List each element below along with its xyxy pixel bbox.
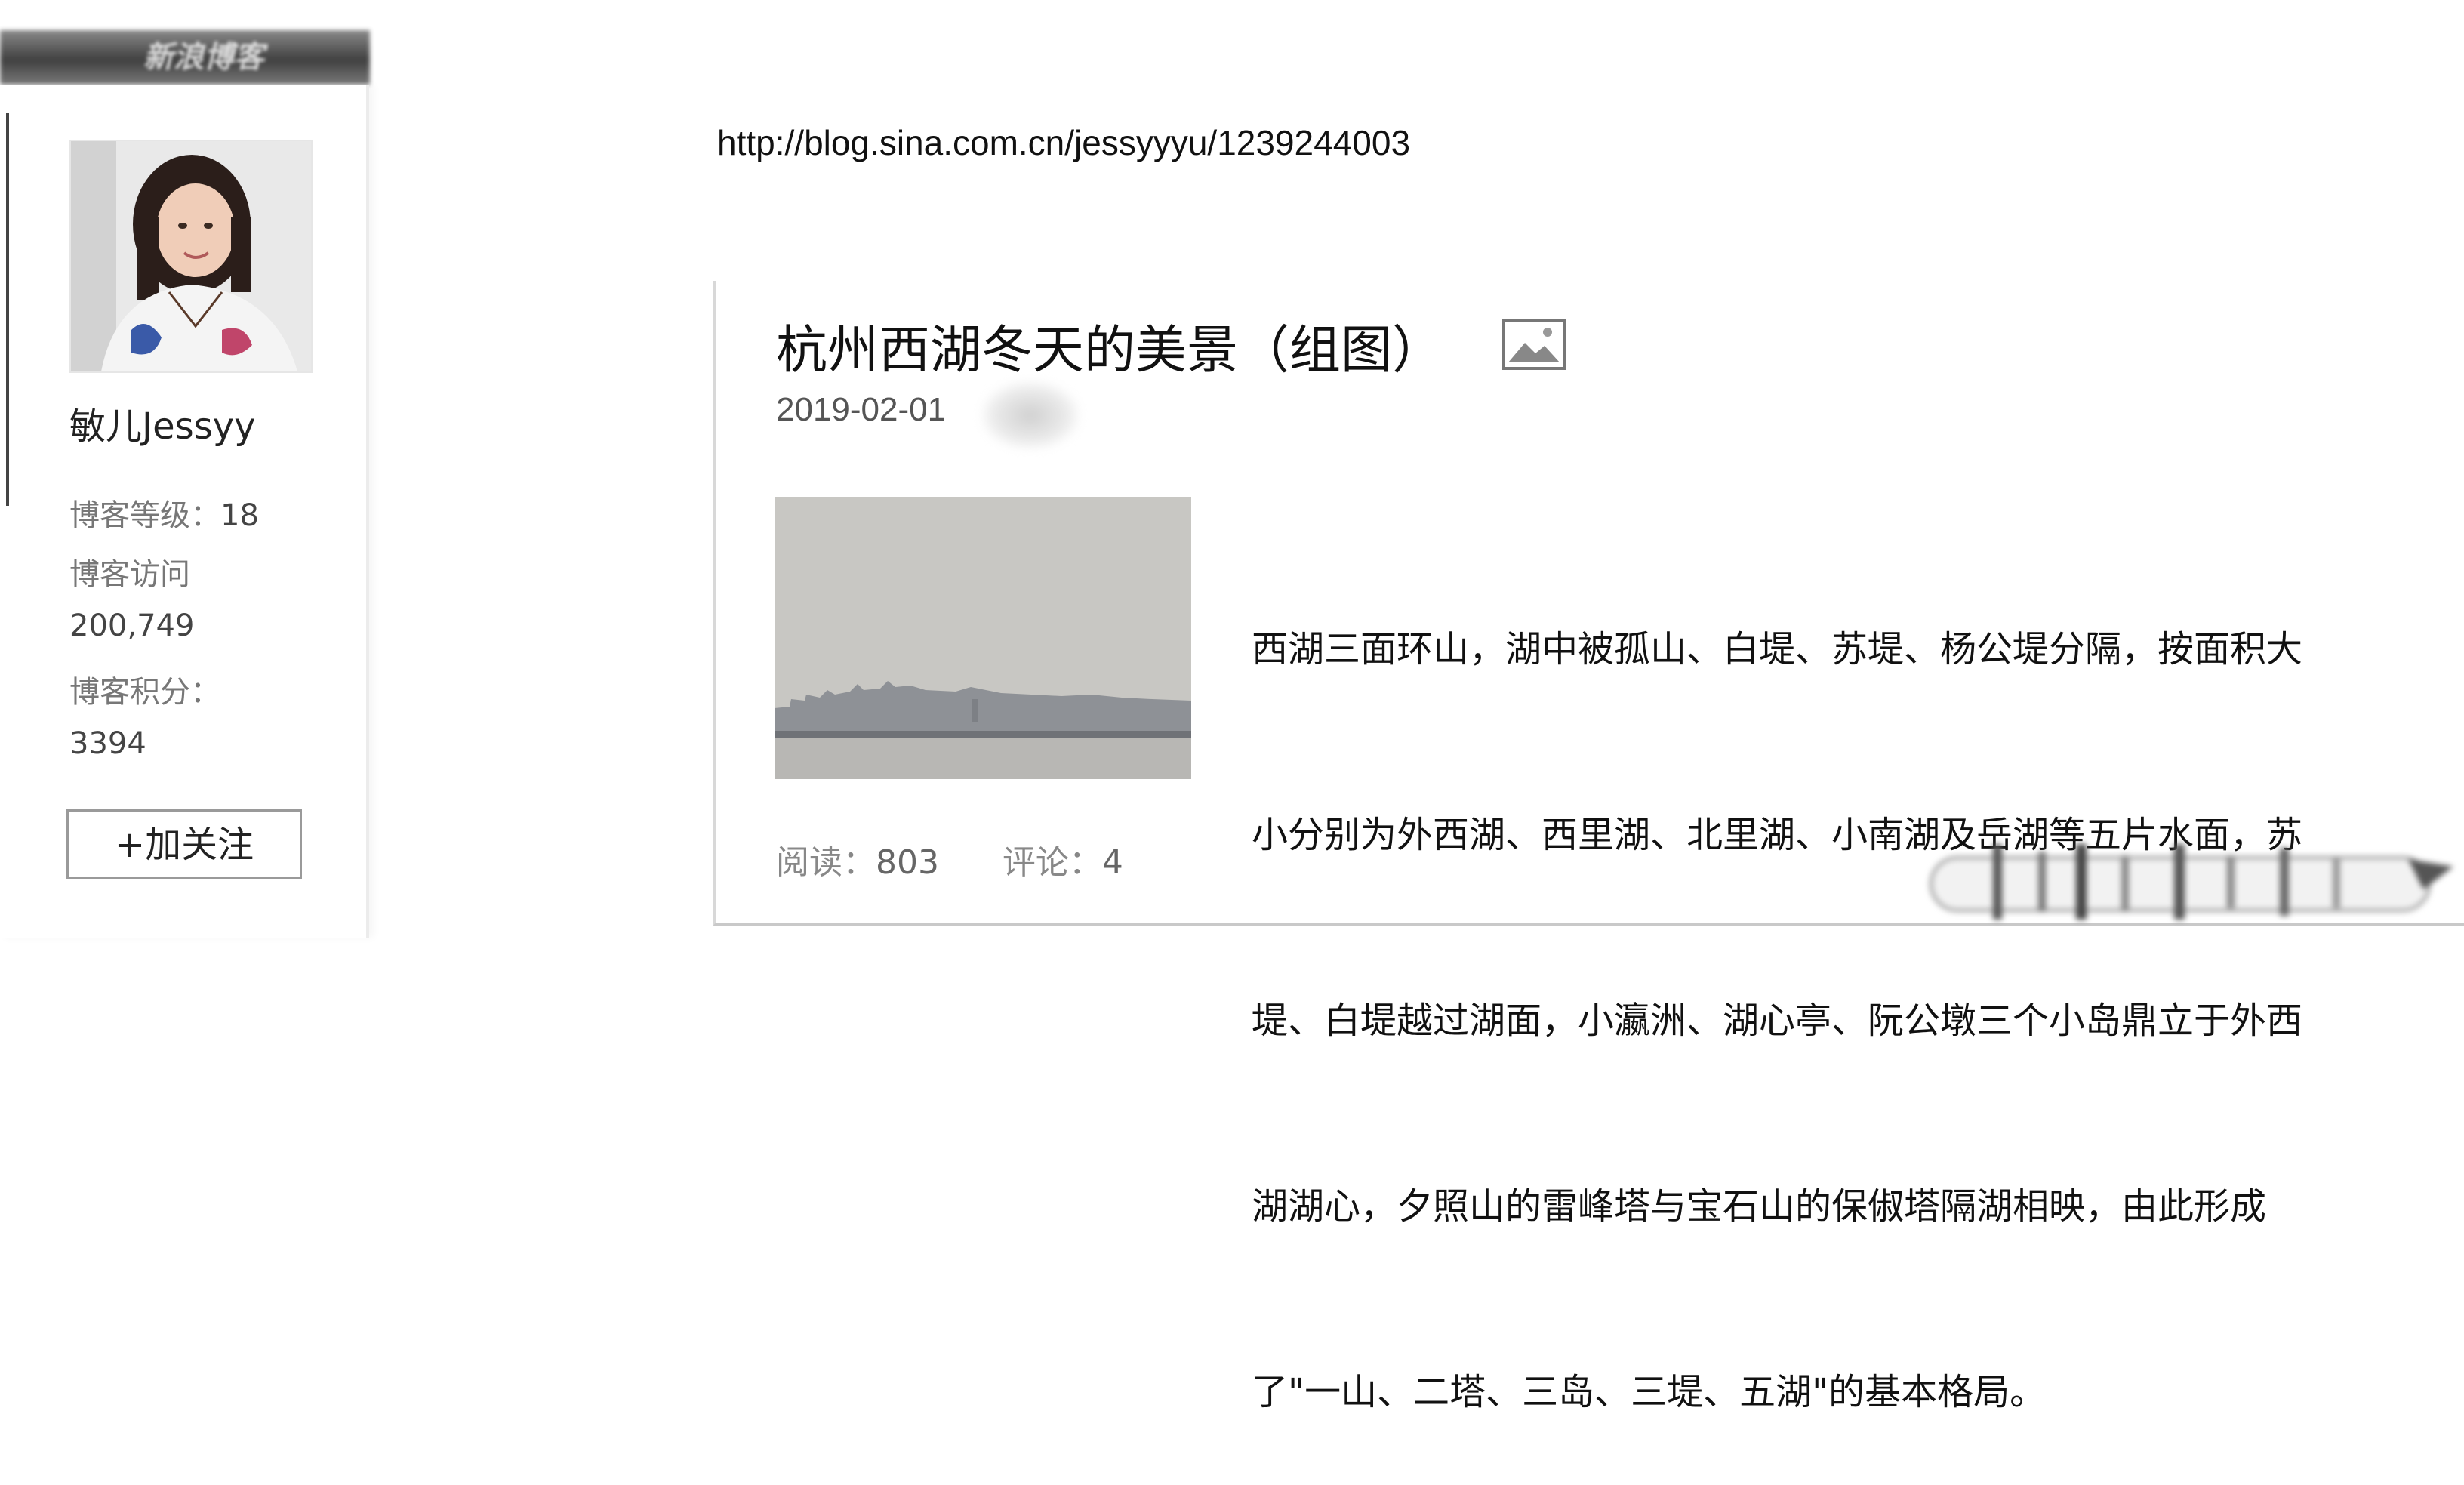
excerpt-line: 西湖三面环山，湖中被孤山、白堤、苏堤、杨公堤分隔，按面积大 bbox=[1252, 628, 2303, 670]
post-date: 2019-02-01 bbox=[776, 391, 947, 428]
comments-count[interactable]: 4 bbox=[1102, 843, 1123, 882]
post-meta: 阅读：803 评论：4 bbox=[776, 835, 1123, 883]
sidebar-header-title: 新浪博客 bbox=[143, 40, 264, 75]
reads-label: 阅读： bbox=[776, 843, 876, 882]
excerpt-line: 堤、白堤越过湖面，小瀛洲、湖心亭、阮公墩三个小岛鼎立于外西 bbox=[1252, 1000, 2303, 1042]
blog-points-label: 博客积分： bbox=[69, 675, 220, 710]
blog-visits-label: 博客访问 bbox=[69, 557, 190, 592]
share-actions-blurred[interactable] bbox=[1925, 836, 2461, 927]
blog-level-row: 博客等级：18 bbox=[69, 491, 259, 535]
avatar[interactable] bbox=[69, 140, 313, 373]
reads-count: 803 bbox=[876, 843, 939, 882]
blog-level-label: 博客等级： bbox=[69, 498, 220, 533]
blog-visits-value: 200,749 bbox=[69, 608, 195, 643]
excerpt-line: 了"一山、二塔、三岛、三堤、五湖"的基本格局。 bbox=[1252, 1371, 2047, 1413]
follow-button[interactable]: +加关注 bbox=[66, 809, 302, 879]
left-edge-divider bbox=[6, 113, 9, 506]
post-time-redacted bbox=[981, 381, 1080, 449]
post-thumbnail[interactable] bbox=[775, 497, 1191, 779]
blog-level-value: 18 bbox=[220, 498, 259, 533]
profile-name[interactable]: 敏儿Jessyy bbox=[69, 396, 256, 449]
blog-url[interactable]: http://blog.sina.com.cn/jessyyyu/1239244… bbox=[717, 122, 1410, 163]
lake-skyline-image bbox=[775, 497, 1191, 779]
comments-label[interactable]: 评论： bbox=[1003, 843, 1102, 882]
avatar-portrait-image bbox=[71, 141, 311, 371]
excerpt-line: 湖湖心，夕照山的雷峰塔与宝石山的保俶塔隔湖相映，由此形成 bbox=[1252, 1185, 2267, 1228]
post-excerpt: 西湖三面环山，湖中被孤山、白堤、苏堤、杨公堤分隔，按面积大 小分别为外西湖、西里… bbox=[1252, 494, 2464, 1485]
image-icon bbox=[1502, 319, 1566, 370]
blog-points-value: 3394 bbox=[69, 726, 146, 761]
post-title[interactable]: 杭州西湖冬天的美景（组图） bbox=[776, 308, 1443, 383]
